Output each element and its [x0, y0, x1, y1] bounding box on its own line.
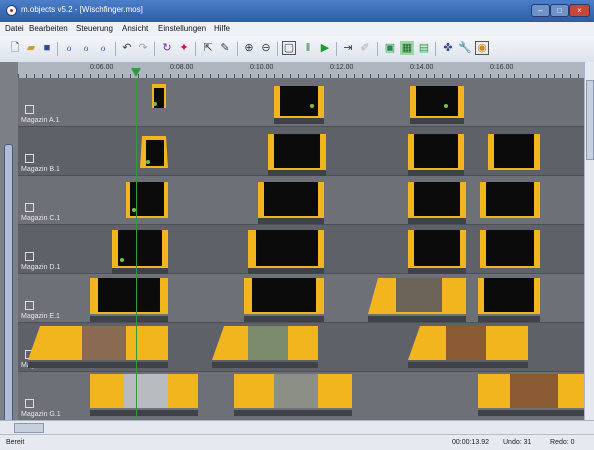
scroll-thumb[interactable]: [586, 80, 594, 160]
pause-icon[interactable]: ‖: [301, 41, 315, 55]
sparkle-icon[interactable]: ✤: [441, 41, 455, 55]
status-ready: Bereit: [6, 439, 25, 446]
menu-bar: Datei Bearbeiten Steuerung Ansicht Einst…: [0, 22, 594, 36]
wand-icon[interactable]: ✦: [177, 41, 191, 55]
clip[interactable]: [234, 374, 352, 416]
track-tool-2-icon[interactable]: ℴ: [79, 41, 93, 55]
clip[interactable]: [410, 86, 464, 124]
app-icon: [6, 5, 17, 16]
track-scroller[interactable]: [4, 144, 13, 450]
clip[interactable]: [274, 86, 324, 124]
scroll-thumb[interactable]: [14, 423, 44, 433]
clip[interactable]: [480, 230, 540, 268]
timeline-tracks[interactable]: Magazin A.1 Magazin B.1 Magazin C.1 Maga…: [18, 78, 584, 420]
clip[interactable]: [126, 182, 168, 218]
save-icon[interactable]: ■: [40, 41, 54, 55]
clip[interactable]: [408, 326, 528, 368]
clip[interactable]: [480, 182, 540, 218]
record-icon[interactable]: ◉: [475, 41, 489, 55]
clip-canvas: [28, 84, 584, 416]
vertical-scrollbar[interactable]: [584, 62, 594, 420]
track-header-panel: [0, 62, 18, 450]
title-bar: m.objects v5.2 - [Wischfinger.mos] – □ ×: [0, 0, 594, 22]
time-label: 0:10.00: [250, 64, 274, 71]
clip[interactable]: [248, 230, 324, 274]
main-window: m.objects v5.2 - [Wischfinger.mos] – □ ×…: [0, 0, 594, 450]
time-label: 0:14.00: [410, 64, 434, 71]
clip[interactable]: [28, 326, 168, 368]
skip-icon[interactable]: ⇥: [341, 41, 355, 55]
time-label: 0:06.00: [90, 64, 114, 71]
picture-icon[interactable]: ▤: [417, 41, 431, 55]
status-bar: Bereit 00:00:13.92 Undo: 31 Redo: 0: [0, 434, 594, 450]
clip[interactable]: [408, 230, 466, 274]
playhead-marker-icon[interactable]: [131, 68, 141, 77]
menu-datei[interactable]: Datei: [5, 24, 24, 33]
minimize-button[interactable]: –: [531, 4, 550, 17]
toolbar-separator: [195, 42, 196, 56]
undo-icon[interactable]: ↶: [120, 41, 134, 55]
toolbar-separator: [435, 42, 436, 56]
redo-icon[interactable]: ↷: [136, 41, 150, 55]
clip[interactable]: [368, 278, 466, 322]
refresh-icon[interactable]: ↻: [160, 41, 174, 55]
clip[interactable]: [488, 134, 540, 170]
clip[interactable]: [90, 374, 198, 416]
toolbar-separator: [277, 42, 278, 56]
toolbar-separator: [377, 42, 378, 56]
pen-icon[interactable]: ✐: [358, 41, 372, 55]
clip[interactable]: [268, 134, 326, 176]
toolbar-separator: [237, 42, 238, 56]
clip[interactable]: [408, 182, 466, 224]
time-label: 0:16.00: [490, 64, 514, 71]
toolbar-separator: [115, 42, 116, 56]
playhead[interactable]: [136, 78, 137, 420]
close-button[interactable]: ×: [569, 4, 590, 17]
time-label: 0:12.00: [330, 64, 354, 71]
menu-bearbeiten[interactable]: Bearbeiten: [29, 24, 68, 33]
zoom-out-icon[interactable]: ⊖: [259, 41, 273, 55]
clip[interactable]: [478, 278, 540, 322]
zoom-in-icon[interactable]: ⊕: [242, 41, 256, 55]
toolbar-separator: [57, 42, 58, 56]
maximize-button[interactable]: □: [550, 4, 569, 17]
clip[interactable]: [244, 278, 324, 322]
window-title: m.objects v5.2 - [Wischfinger.mos]: [21, 5, 143, 14]
clip[interactable]: [212, 326, 318, 368]
new-file-icon[interactable]: 🗋: [8, 41, 22, 55]
status-undo: Undo: 31: [503, 439, 532, 446]
clip[interactable]: [258, 182, 324, 224]
menu-ansicht[interactable]: Ansicht: [122, 24, 148, 33]
menu-einstellungen[interactable]: Einstellungen: [158, 24, 206, 33]
play-icon[interactable]: ▶: [318, 41, 332, 55]
wrench-icon[interactable]: 🔧: [458, 41, 472, 55]
clip[interactable]: [112, 230, 168, 274]
status-redo: Redo: 0: [550, 439, 575, 446]
track-tool-3-icon[interactable]: ℴ: [96, 41, 110, 55]
clip[interactable]: [152, 84, 166, 108]
time-label: 0:08.00: [170, 64, 194, 71]
toolbar-separator: [336, 42, 337, 56]
pencil-icon[interactable]: ✎: [218, 41, 232, 55]
menu-hilfe[interactable]: Hilfe: [214, 24, 230, 33]
layout-icon[interactable]: ▣: [383, 41, 397, 55]
open-folder-icon[interactable]: ▰: [24, 41, 38, 55]
preview-window-icon[interactable]: ▢: [282, 41, 296, 55]
clip[interactable]: [90, 278, 168, 322]
clip[interactable]: [140, 136, 168, 168]
clip[interactable]: [478, 374, 584, 416]
menu-steuerung[interactable]: Steuerung: [76, 24, 113, 33]
pointer-icon[interactable]: ⇱: [201, 41, 215, 55]
grid-icon[interactable]: ▦: [400, 41, 414, 55]
toolbar: 🗋 ▰ ■ ℴ ℴ ℴ ↶ ↷ ↻ ✦ ⇱ ✎ ⊕ ⊖ ▢ ‖ ▶ ⇥ ✐ ▣ …: [0, 36, 594, 63]
timeline-ruler[interactable]: 0:06.00 0:08.00 0:10.00 0:12.00 0:14.00 …: [18, 62, 584, 79]
toolbar-separator: [154, 42, 155, 56]
status-time: 00:00:13.92: [452, 439, 489, 446]
clip[interactable]: [408, 134, 464, 176]
track-tool-icon[interactable]: ℴ: [62, 41, 76, 55]
horizontal-scrollbar[interactable]: [0, 420, 594, 435]
